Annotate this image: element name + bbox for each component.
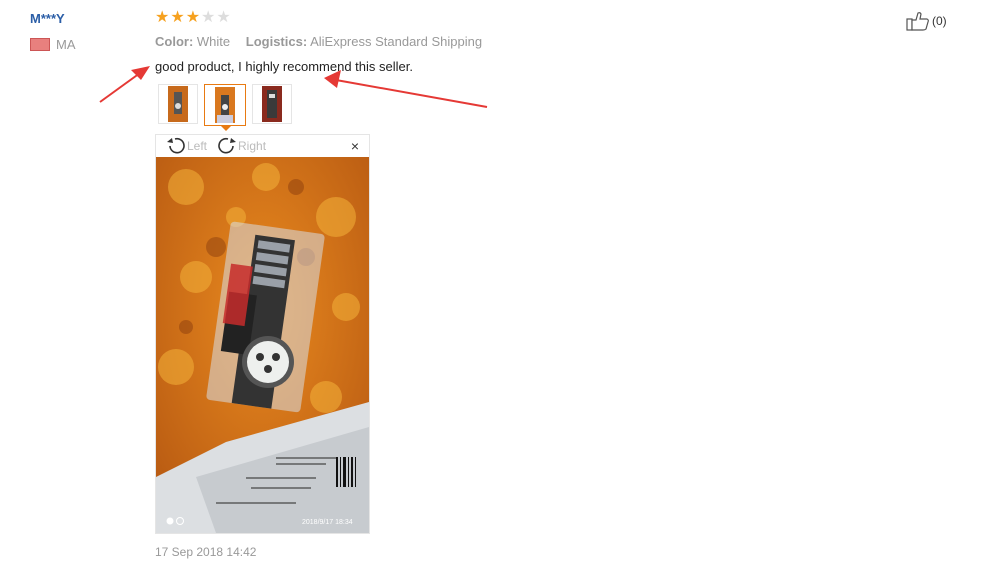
- photo-timestamp: 2018/9/17 18:34: [302, 519, 353, 526]
- rotate-right-label: Right: [238, 139, 267, 153]
- helpful-count: (0): [932, 14, 947, 28]
- close-viewer-button[interactable]: ×: [351, 138, 359, 154]
- review-date: 17 Sep 2018 14:42: [155, 545, 257, 559]
- color-value: White: [196, 34, 231, 49]
- thumbs-up-icon: [906, 12, 929, 31]
- photo-viewer: Left Right × 2018/9/17 18:34: [155, 134, 370, 534]
- reviewer-name[interactable]: M***Y: [30, 11, 65, 26]
- star-icon: ★: [185, 9, 201, 26]
- rotate-left-button[interactable]: Left: [166, 137, 207, 155]
- star-icon: ★: [201, 9, 216, 26]
- rotate-right-button[interactable]: Right: [217, 137, 266, 155]
- logistics-label: Logistics:: [245, 34, 308, 49]
- review-photo: 2018/9/17 18:34: [156, 157, 369, 533]
- star-icon: ★: [155, 9, 170, 26]
- color-label: Color:: [155, 34, 194, 49]
- logistics-value: AliExpress Standard Shipping: [310, 34, 483, 49]
- photo-thumbnails: [158, 84, 292, 131]
- country-code: MA: [56, 37, 76, 52]
- photo-thumbnail-active[interactable]: [204, 84, 246, 131]
- photo-thumbnail[interactable]: [252, 84, 292, 124]
- helpful-button[interactable]: (0): [906, 11, 947, 31]
- rotate-right-icon: [218, 137, 237, 154]
- viewer-toolbar: Left Right ×: [156, 135, 369, 157]
- star-icon: ★: [170, 9, 185, 26]
- review-text: good product, I highly recommend this se…: [155, 59, 413, 74]
- star-icon: ★: [216, 9, 231, 26]
- annotation-arrow-right: [324, 70, 488, 108]
- rotate-left-label: Left: [187, 139, 208, 153]
- star-rating: ★ ★ ★ ★ ★: [155, 10, 231, 26]
- flag-icon: [30, 38, 50, 51]
- photo-thumbnail[interactable]: [158, 84, 198, 124]
- rotate-left-icon: [167, 137, 185, 154]
- order-meta: Color: White Logistics: AliExpress Stand…: [155, 34, 494, 49]
- reviewer-country: MA: [30, 37, 76, 52]
- annotation-arrows: [99, 66, 488, 108]
- annotation-arrow-left: [99, 66, 150, 103]
